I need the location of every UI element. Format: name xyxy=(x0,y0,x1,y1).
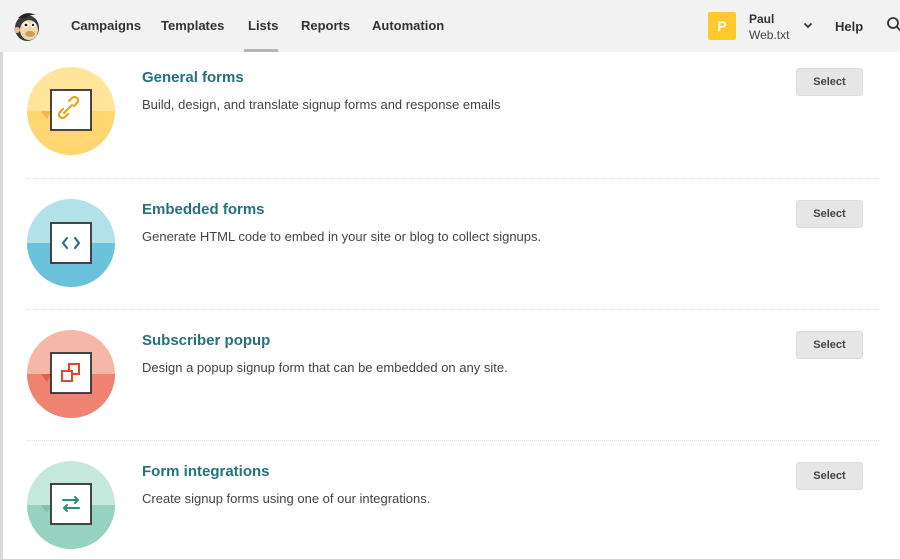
nav-lists[interactable]: Lists xyxy=(248,18,278,33)
help-link[interactable]: Help xyxy=(835,19,863,34)
row-divider xyxy=(27,440,879,441)
account-org[interactable]: Web.txt xyxy=(749,28,789,42)
subscriber-popup-description: Design a popup signup form that can be e… xyxy=(142,360,508,375)
account-name[interactable]: Paul xyxy=(749,12,774,26)
nav-automation[interactable]: Automation xyxy=(372,18,444,33)
swap-arrows-icon xyxy=(27,461,115,549)
embedded-forms-description: Generate HTML code to embed in your site… xyxy=(142,229,542,244)
form-integrations-title[interactable]: Form integrations xyxy=(142,463,270,480)
form-option-integrations: Form integrations Create signup forms us… xyxy=(27,446,879,559)
nav-campaigns[interactable]: Campaigns xyxy=(71,18,141,33)
select-general-forms-button[interactable]: Select xyxy=(796,68,863,96)
form-option-general: General forms Build, design, and transla… xyxy=(27,52,879,184)
popup-icon xyxy=(27,330,115,418)
link-icon xyxy=(27,67,115,155)
form-integrations-description: Create signup forms using one of our int… xyxy=(142,491,431,506)
subscriber-popup-badge xyxy=(27,330,115,418)
nav-reports[interactable]: Reports xyxy=(301,18,350,33)
general-forms-title[interactable]: General forms xyxy=(142,69,244,86)
nav-templates[interactable]: Templates xyxy=(161,18,224,33)
form-option-embedded: Embedded forms Generate HTML code to emb… xyxy=(27,184,879,316)
subscriber-popup-title[interactable]: Subscriber popup xyxy=(142,332,270,349)
form-integrations-badge xyxy=(27,461,115,549)
form-option-popup: Subscriber popup Design a popup signup f… xyxy=(27,315,879,447)
embedded-forms-badge xyxy=(27,199,115,287)
search-icon[interactable] xyxy=(886,16,900,32)
general-forms-badge xyxy=(27,67,115,155)
select-subscriber-popup-button[interactable]: Select xyxy=(796,331,863,359)
chevron-down-icon[interactable] xyxy=(802,19,814,31)
select-embedded-forms-button[interactable]: Select xyxy=(796,200,863,228)
top-navigation-bar: Campaigns Templates Lists Reports Automa… xyxy=(0,0,900,52)
mailchimp-logo-icon[interactable] xyxy=(12,9,46,43)
code-icon xyxy=(27,199,115,287)
row-divider xyxy=(27,309,879,310)
select-form-integrations-button[interactable]: Select xyxy=(796,462,863,490)
avatar[interactable]: P xyxy=(708,12,736,40)
row-divider xyxy=(27,178,879,179)
left-edge-border xyxy=(0,52,3,559)
general-forms-description: Build, design, and translate signup form… xyxy=(142,97,501,112)
embedded-forms-title[interactable]: Embedded forms xyxy=(142,201,265,218)
